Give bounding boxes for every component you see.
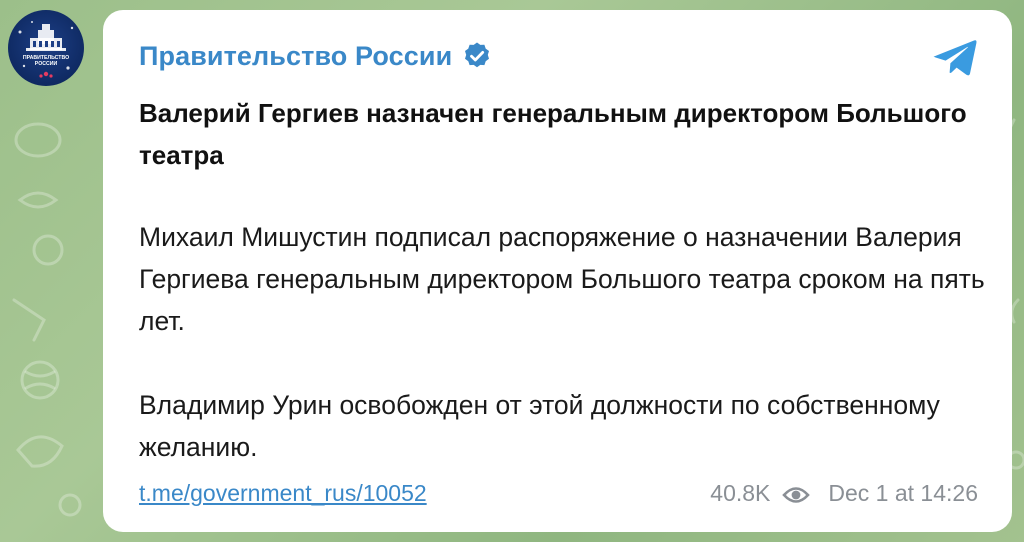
channel-header: Правительство России <box>139 38 492 74</box>
verified-badge-icon <box>462 41 492 71</box>
message-headline: Валерий Гергиев назначен генеральным дир… <box>139 98 967 170</box>
eye-icon <box>782 484 811 504</box>
channel-name[interactable]: Правительство России <box>139 41 452 72</box>
channel-avatar[interactable]: ПРАВИТЕЛЬСТВО РОССИИ <box>8 10 84 86</box>
avatar-label-line2: РОССИИ <box>35 61 58 67</box>
post-link[interactable]: t.me/government_rus/10052 <box>139 480 427 507</box>
message-paragraph: Владимир Урин освобожден от этой должнос… <box>139 390 940 462</box>
message-bubble: Правительство России Валерий Гергиев наз… <box>103 10 1012 532</box>
message-meta: 40.8K Dec 1 at 14:26 <box>710 480 978 507</box>
view-count: 40.8K <box>710 480 771 506</box>
message-paragraph: Михаил Мишустин подписал распоряжение о … <box>139 222 985 336</box>
message-timestamp: Dec 1 at 14:26 <box>828 480 978 506</box>
government-building-icon: ПРАВИТЕЛЬСТВО РОССИИ <box>18 21 74 78</box>
telegram-plane-icon[interactable] <box>932 38 978 78</box>
